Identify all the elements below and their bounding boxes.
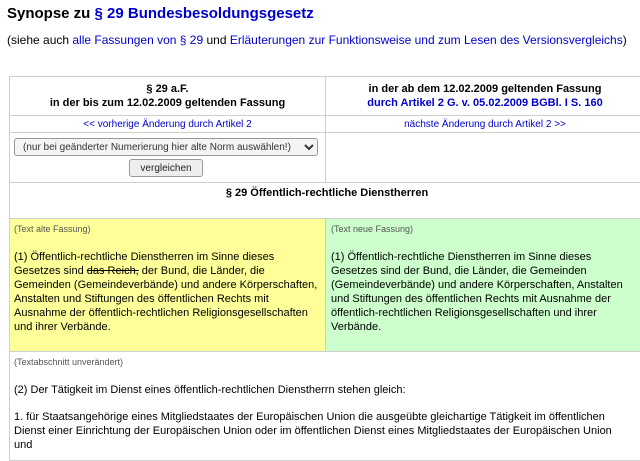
intro-mid: und [203, 33, 230, 47]
old-text-body: (1) Öffentlich-rechtliche Dienstherren i… [14, 250, 321, 334]
prev-change-link[interactable]: << vorherige Änderung durch Artikel 2 [83, 119, 251, 130]
section-title: § 29 Öffentlich-rechtliche Dienstherren [9, 182, 640, 219]
amendment-link[interactable]: durch Artikel 2 G. v. 05.02.2009 BGBl. I… [367, 97, 602, 109]
all-versions-link[interactable]: alle Fassungen von § 29 [72, 33, 203, 47]
intro-open: (siehe auch [7, 33, 73, 47]
old-text-cell: (Text alte Fassung) (1) Öffentlich-recht… [9, 218, 326, 352]
old-text-note: (Text alte Fassung) [14, 224, 91, 234]
law-link[interactable]: § 29 Bundesbesoldungsgesetz [95, 5, 314, 22]
new-version-header: in der ab dem 12.02.2009 geltenden Fassu… [325, 76, 640, 116]
prev-change-cell: << vorherige Änderung durch Artikel 2 [9, 115, 326, 133]
unchanged-para-2: (2) Der Tätigkeit im Dienst eines öffent… [14, 384, 406, 396]
unchanged-item-1: 1. für Staatsangehörige eines Mitgliedst… [14, 411, 612, 451]
old-norm-select[interactable]: (nur bei geänderter Numerierung hier alt… [14, 138, 318, 156]
title-prefix: Synopse zu [7, 5, 95, 22]
page-title: Synopse zu § 29 Bundesbesoldungsgesetz [7, 5, 314, 22]
empty-cell [325, 132, 640, 183]
explanations-link[interactable]: Erläuterungen zur Funktionsweise und zum… [230, 33, 623, 47]
next-change-link[interactable]: nächste Änderung durch Artikel 2 >> [404, 119, 566, 130]
deleted-text: das Reich, [86, 265, 139, 277]
compare-button[interactable]: vergleichen [129, 159, 203, 177]
intro-text: (siehe auch alle Fassungen von § 29 und … [7, 33, 627, 48]
old-version-header: § 29 a.F. in der bis zum 12.02.2009 gelt… [9, 76, 326, 116]
new-text-body: (1) Öffentlich-rechtliche Dienstherren i… [331, 251, 623, 333]
old-version-date: in der bis zum 12.02.2009 geltenden Fass… [49, 97, 286, 109]
next-change-cell: nächste Änderung durch Artikel 2 >> [325, 115, 640, 133]
intro-close: ) [622, 33, 627, 47]
unchanged-cell: (Textabschnitt unverändert) (2) Der Täti… [9, 351, 640, 461]
old-version-label: § 29 a.F. [146, 83, 189, 95]
new-text-cell: (Text neue Fassung) (1) Öffentlich-recht… [325, 218, 640, 352]
new-text-note: (Text neue Fassung) [331, 224, 414, 234]
unchanged-note: (Textabschnitt unverändert) [14, 357, 124, 367]
new-version-date: in der ab dem 12.02.2009 geltenden Fassu… [368, 83, 602, 95]
section-title-text: § 29 Öffentlich-rechtliche Dienstherren [225, 187, 429, 199]
